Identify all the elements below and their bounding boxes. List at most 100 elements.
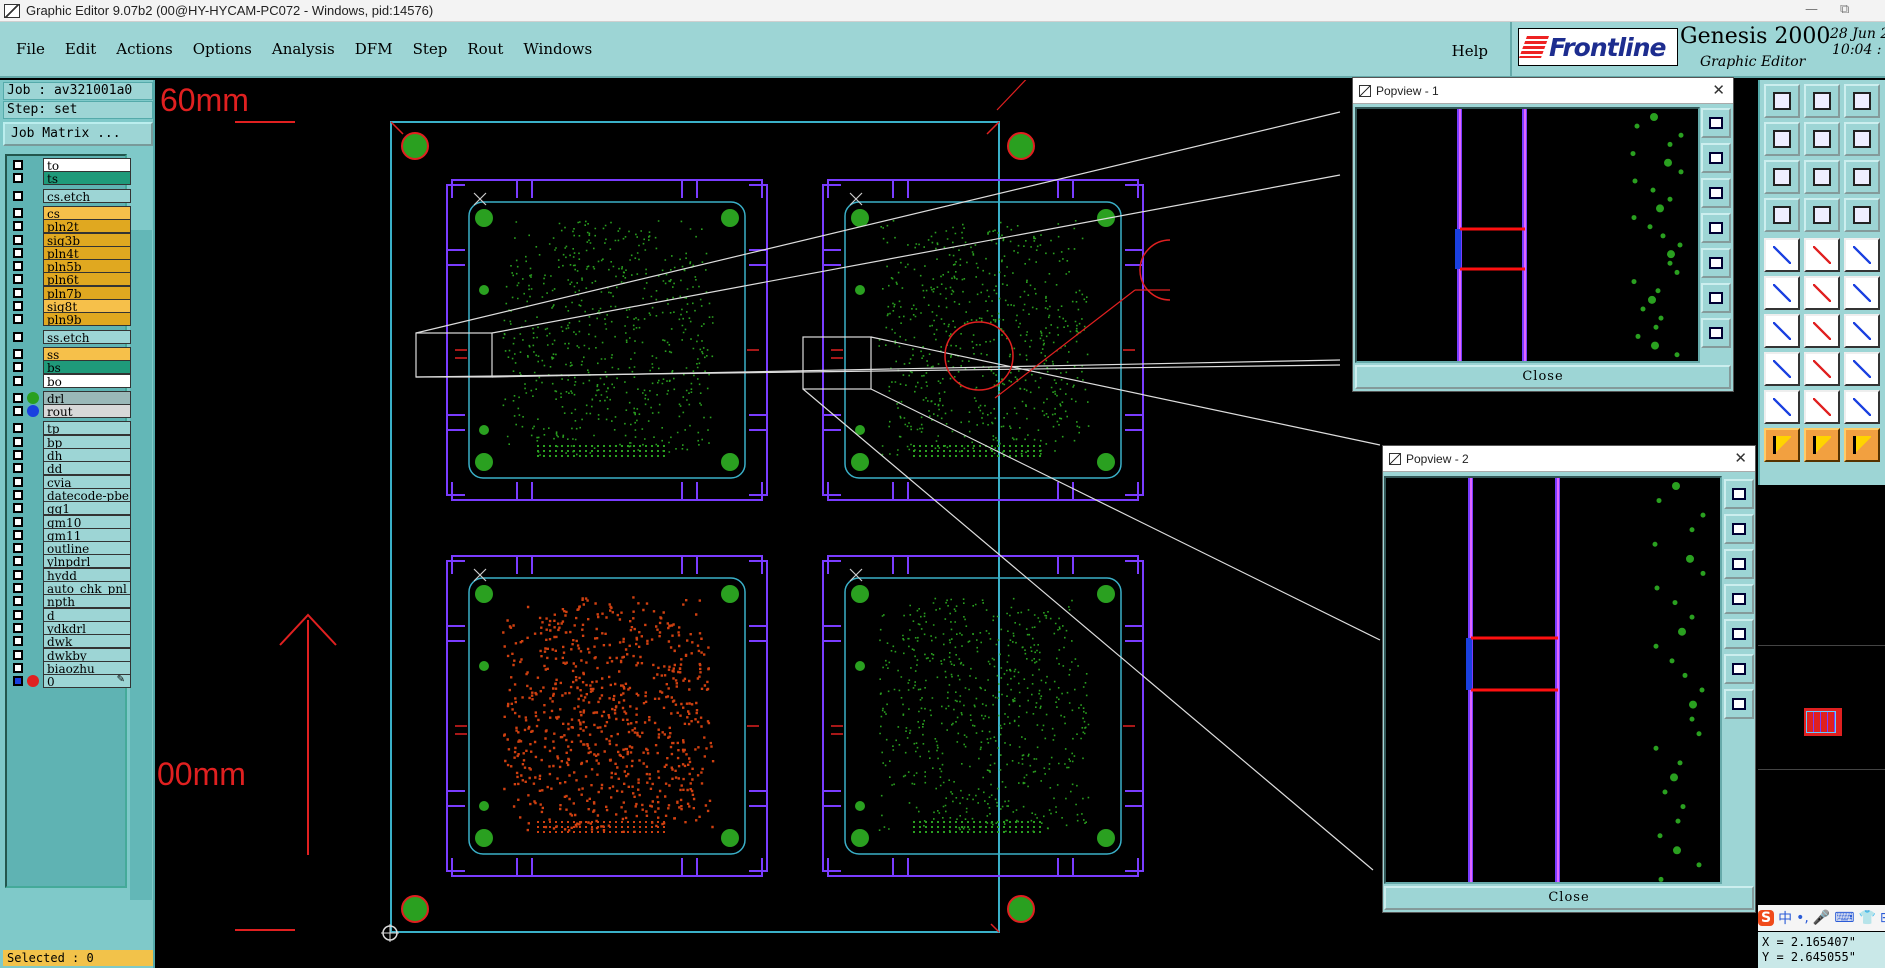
layer-row-pln7b[interactable]: pln7b — [9, 285, 131, 300]
layer-name[interactable]: pln9b — [43, 312, 131, 327]
layer-checkbox[interactable] — [13, 503, 23, 514]
popview-1-view[interactable] — [1355, 107, 1700, 363]
move-right-button[interactable] — [1804, 122, 1840, 156]
menu-windows[interactable]: Windows — [521, 38, 594, 60]
popview-tool-button-3[interactable] — [1701, 178, 1731, 208]
layer-checkbox[interactable] — [13, 476, 23, 487]
layer-row-npth[interactable]: npth — [9, 594, 131, 609]
layer-row-bp[interactable]: bp — [9, 434, 131, 449]
layer-checkbox[interactable] — [13, 221, 23, 232]
measure-button[interactable] — [1764, 198, 1800, 232]
minus-button[interactable] — [1804, 352, 1840, 386]
layer-row-cs[interactable]: cs — [9, 205, 131, 220]
layer-row-biaozhu[interactable]: biaozhu — [9, 660, 131, 675]
layer-checkbox[interactable] — [13, 348, 23, 359]
layer-checkbox[interactable] — [13, 190, 23, 201]
popview-tool-button-4[interactable] — [1701, 213, 1731, 243]
ime-button-2[interactable]: •, — [1796, 910, 1809, 926]
popview-tool-button-1[interactable] — [1724, 479, 1754, 509]
layer-checkbox[interactable] — [13, 392, 23, 403]
ime-button-3[interactable]: 🎤 — [1813, 910, 1830, 926]
layer-checkbox[interactable] — [13, 489, 23, 500]
select-plus-button[interactable] — [1804, 428, 1840, 462]
layer-name[interactable]: hydd — [43, 567, 131, 582]
popview-tool-button-6[interactable] — [1701, 283, 1731, 313]
layer-row-ts[interactable]: ts — [9, 171, 131, 186]
layer-checkbox[interactable] — [13, 160, 23, 170]
layer-checkbox[interactable] — [13, 569, 23, 580]
layer-checkbox[interactable] — [13, 463, 23, 474]
layer-name[interactable]: gm10 — [43, 514, 131, 529]
layer-row-dh[interactable]: dh — [9, 448, 131, 462]
layer-row-d[interactable]: d — [9, 607, 131, 622]
layer-row-pln9b[interactable]: pln9b — [9, 312, 131, 327]
layer-checkbox[interactable] — [13, 375, 23, 386]
menu-analysis[interactable]: Analysis — [270, 38, 337, 60]
menu-dfm[interactable]: DFM — [353, 38, 395, 60]
layer-row-rout[interactable]: rout — [9, 404, 131, 419]
menu-options[interactable]: Options — [191, 38, 254, 60]
layer-name[interactable]: d — [43, 607, 131, 622]
menu-rout[interactable]: Rout — [465, 38, 505, 60]
layer-row-sig8t[interactable]: sig8t — [9, 299, 131, 313]
layer-name[interactable]: bp — [43, 434, 131, 449]
layer-name[interactable]: cvia — [43, 474, 131, 489]
layer-row-dd[interactable]: dd — [9, 461, 131, 476]
layer-checkbox[interactable] — [13, 543, 23, 554]
layer-name[interactable]: pln2t — [43, 219, 131, 234]
layer-checkbox[interactable] — [13, 596, 23, 607]
layer-name[interactable]: cs — [43, 205, 131, 220]
layer-name[interactable]: pln4t — [43, 245, 131, 260]
zoom-button[interactable] — [1804, 160, 1840, 194]
layer-row-ss[interactable]: ss — [9, 346, 131, 361]
layer-name[interactable]: outline — [43, 541, 131, 556]
layer-row-hydd[interactable]: hydd — [9, 567, 131, 582]
ruler-button[interactable] — [1844, 238, 1880, 272]
popview-tool-button-6[interactable] — [1724, 654, 1754, 684]
layer-name[interactable]: sig8t — [43, 299, 131, 313]
popview-1-close-button[interactable]: Close — [1355, 365, 1731, 389]
slash-button[interactable] — [1804, 314, 1840, 348]
layer-name[interactable]: dwkby — [43, 647, 131, 662]
layer-row-tp[interactable]: tp — [9, 421, 131, 436]
layer-row-pln5b[interactable]: pln5b — [9, 259, 131, 274]
line-button[interactable] — [1804, 238, 1840, 272]
layer-name[interactable]: ts — [43, 171, 131, 186]
layer-row-bs[interactable]: bs — [9, 360, 131, 375]
layer-row-gm10[interactable]: gm10 — [9, 514, 131, 529]
layer-row-sig3b[interactable]: sig3b — [9, 232, 131, 247]
layer-name[interactable]: biaozhu — [43, 660, 131, 675]
layer-checkbox[interactable] — [13, 207, 23, 218]
layer-row-auto_chk_pnl[interactable]: auto_chk_pnl — [9, 581, 131, 595]
layer-row-datecode-pbe[interactable]: datecode-pbe — [9, 487, 131, 502]
layer-row-pln2t[interactable]: pln2t — [9, 219, 131, 234]
layer-checkbox[interactable] — [13, 173, 23, 184]
layer-name[interactable]: auto_chk_pnl — [43, 581, 131, 595]
layer-name[interactable]: dd — [43, 461, 131, 476]
menu-file[interactable]: File — [14, 38, 47, 60]
layer-checkbox[interactable] — [13, 676, 23, 687]
layer-checkbox[interactable] — [13, 516, 23, 527]
triangle-button[interactable] — [1764, 390, 1800, 424]
cross-button[interactable] — [1804, 276, 1840, 310]
fit-button[interactable] — [1764, 160, 1800, 194]
ime-button-4[interactable]: ⌨ — [1834, 910, 1854, 926]
layer-checkbox[interactable] — [13, 583, 23, 593]
point-button[interactable] — [1844, 276, 1880, 310]
popview-2-close-icon[interactable]: ✕ — [1734, 449, 1747, 467]
layer-name[interactable]: dwk — [43, 634, 131, 649]
layer-checkbox[interactable] — [13, 287, 23, 298]
ratio-button[interactable] — [1844, 160, 1880, 194]
arc-button[interactable] — [1844, 314, 1880, 348]
layer-checkbox[interactable] — [13, 274, 23, 285]
layer-name[interactable]: cs.etch — [43, 188, 131, 203]
pad-button[interactable] — [1764, 238, 1800, 272]
layer-row-outline[interactable]: outline — [9, 541, 131, 556]
layer-name[interactable]: pln5b — [43, 259, 131, 274]
layer-name[interactable]: ydkdrl — [43, 620, 131, 635]
layer-row-ydkdrl[interactable]: ydkdrl — [9, 620, 131, 635]
layer-checkbox[interactable] — [13, 261, 23, 272]
popview-2-view[interactable] — [1384, 476, 1722, 884]
popview-tool-button-3[interactable] — [1724, 549, 1754, 579]
layer-checkbox[interactable] — [13, 247, 23, 258]
